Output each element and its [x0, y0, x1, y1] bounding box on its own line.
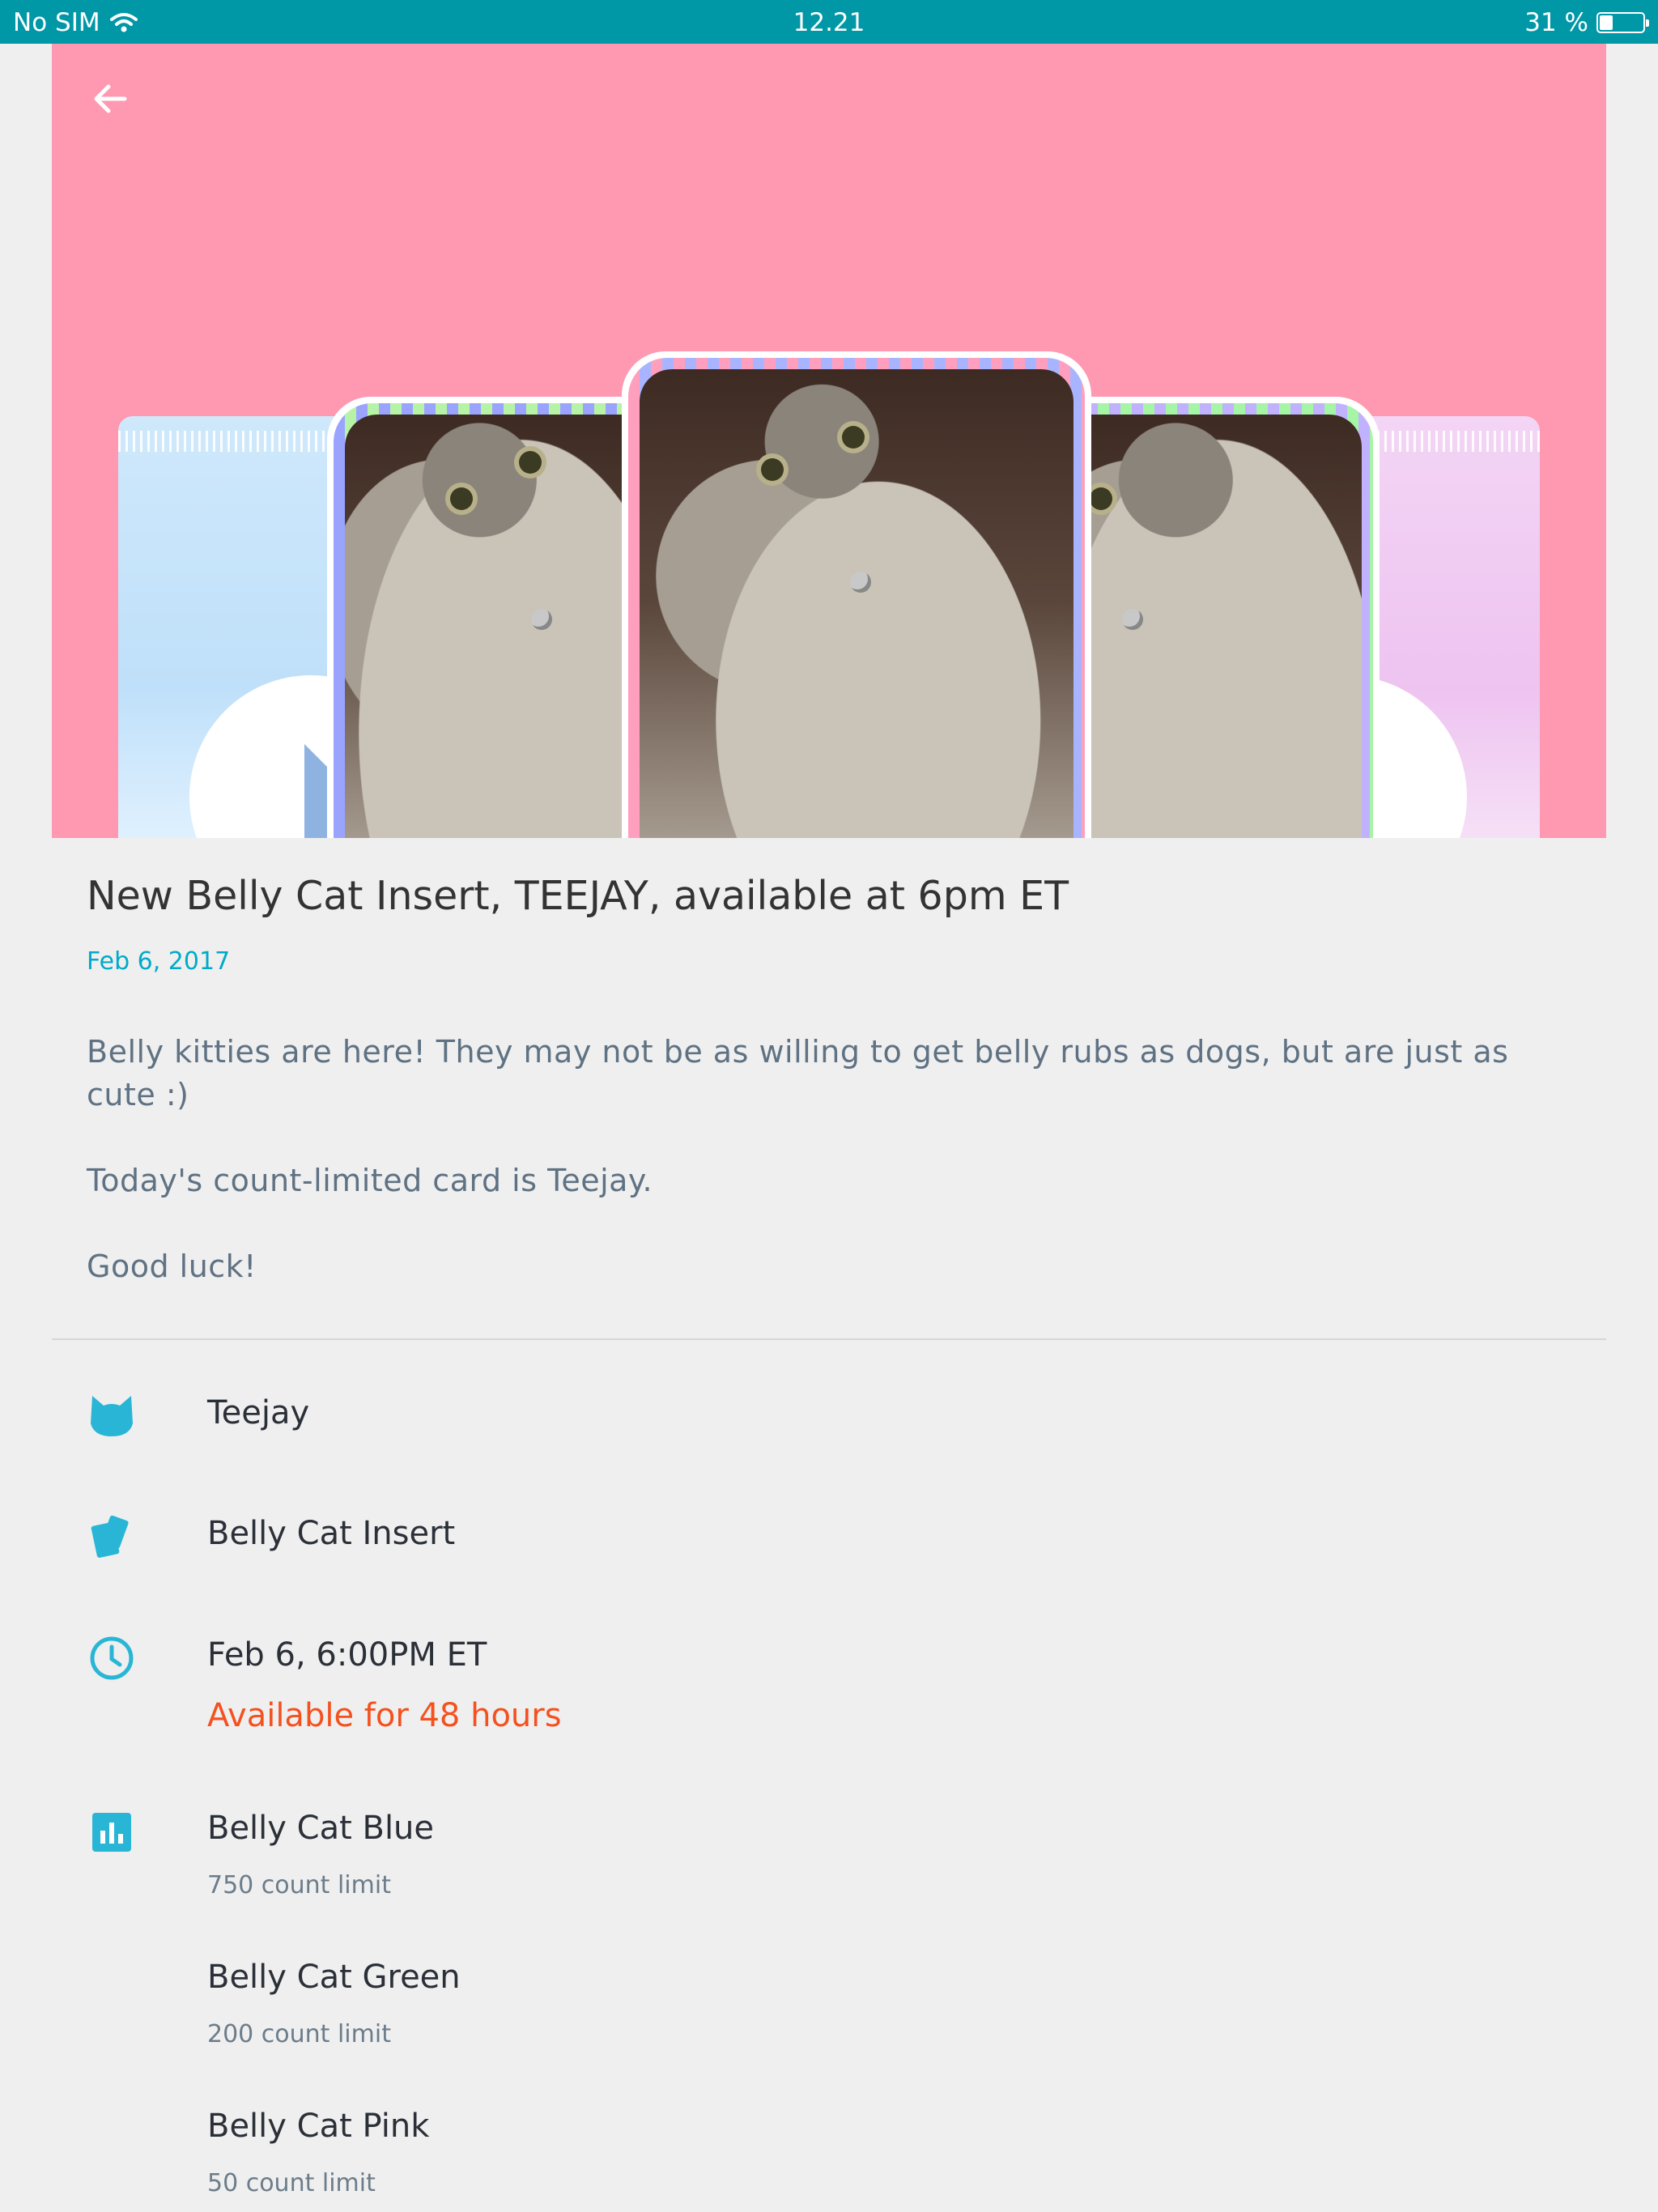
pack-blue-illustration [118, 416, 361, 838]
card-image-center [622, 351, 1091, 838]
card-name-label: Teejay [207, 1394, 310, 1431]
limit-item-count: 50 count limit [207, 2169, 376, 2197]
back-arrow-icon[interactable] [87, 76, 133, 121]
set-name-label: Belly Cat Insert [207, 1515, 456, 1552]
limit-item-name: Belly Cat Pink [207, 2108, 430, 2145]
availability-label: Available for 48 hours [207, 1697, 562, 1734]
hero-banner [52, 44, 1606, 838]
clock-icon [90, 1636, 134, 1680]
cards-icon [91, 1515, 129, 1558]
post-title: New Belly Cat Insert, TEEJAY, available … [87, 873, 1069, 919]
limit-item-name: Belly Cat Blue [207, 1810, 435, 1847]
limit-item-name: Belly Cat Green [207, 1959, 461, 1996]
limit-item-count: 750 count limit [207, 1871, 391, 1899]
battery-icon [1596, 12, 1649, 33]
post-paragraph: Good luck! [87, 1249, 257, 1284]
battery-fill [1600, 15, 1613, 30]
bar-chart-icon [92, 1813, 131, 1852]
divider [52, 1338, 1606, 1340]
status-right: 31 % [1524, 8, 1649, 37]
post-paragraph: Belly kitties are here! They may not be … [87, 1034, 1509, 1112]
limit-item-count: 200 count limit [207, 2020, 391, 2048]
status-bar: No SIM 12.21 31 % [0, 0, 1658, 44]
release-time-label: Feb 6, 6:00PM ET [207, 1636, 487, 1674]
status-time: 12.21 [793, 8, 865, 37]
post-paragraph: Today's count-limited card is Teejay. [87, 1163, 653, 1198]
cat-icon [91, 1396, 133, 1436]
battery-percent: 31 % [1524, 8, 1588, 37]
post-date: Feb 6, 2017 [87, 947, 231, 976]
